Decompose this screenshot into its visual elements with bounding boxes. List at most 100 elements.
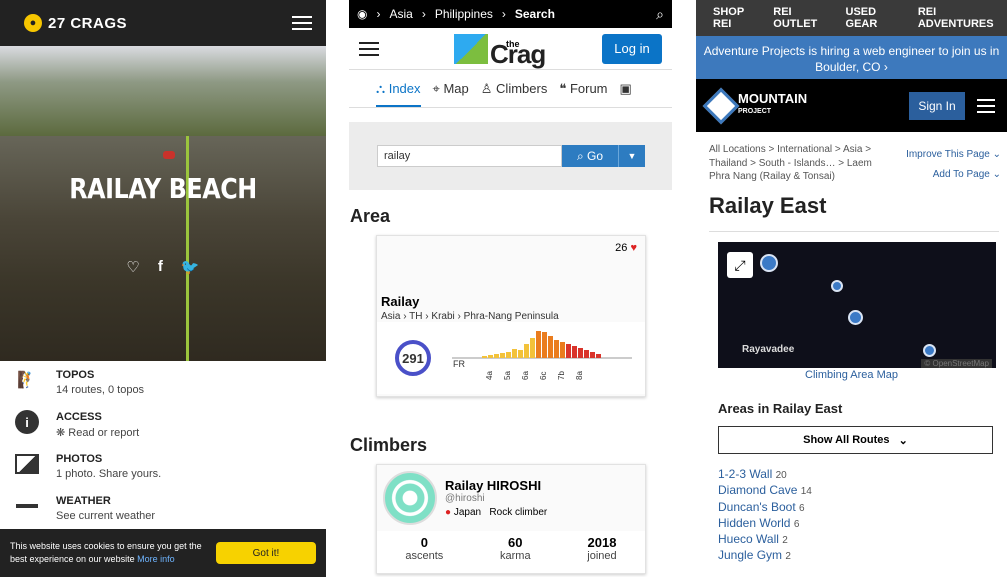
grade-label: 5a [503, 371, 512, 380]
ascents-value: 0 [420, 535, 428, 550]
list-item[interactable]: Hueco Wall 2 [718, 532, 1007, 548]
breadcrumb[interactable]: All Locations > International > Asia > T… [709, 143, 879, 185]
list-item[interactable]: 1-2-3 Wall 20 [718, 467, 1007, 483]
areas-heading: Areas in Railay East [718, 401, 843, 416]
cookie-banner: This website uses cookies to ensure you … [0, 529, 326, 577]
grade-label: 6a [521, 371, 530, 380]
image-icon [14, 451, 40, 477]
search-input[interactable] [377, 145, 562, 167]
tab-climbers[interactable]: ♙ Climbers [481, 81, 548, 97]
improve-page-link[interactable]: Improve This Page ⌄ [906, 145, 1001, 165]
breadcrumb-search[interactable]: Search [515, 7, 555, 21]
grade-bar [590, 352, 595, 358]
tab-forum[interactable]: ❝ Forum [559, 81, 607, 97]
grade-bar [572, 346, 577, 358]
topos-row[interactable]: 🧗 TOPOS 14 routes, 0 topos [0, 367, 326, 409]
list-item[interactable]: Diamond Cave 14 [718, 483, 1007, 499]
access-sub[interactable]: ❋ Read or report [56, 426, 139, 439]
add-to-page-link[interactable]: Add To Page ⌄ [906, 165, 1001, 185]
climber-name[interactable]: Railay HIROSHI [445, 478, 547, 493]
list-item[interactable]: Duncan's Boot 6 [718, 500, 1007, 516]
tab-map[interactable]: ⌖ Map [433, 81, 469, 97]
climber-card[interactable]: Railay HIROSHI @hiroshi ● Japan Rock cli… [376, 464, 646, 574]
rei-outlet-link[interactable]: REI OUTLET [773, 6, 833, 30]
crags27-header: ● 27 CRAGS [0, 0, 326, 46]
climbers-heading: Climbers [350, 435, 428, 455]
go-button[interactable]: ⌕ Go [562, 145, 618, 167]
heart-icon[interactable]: ♥ [630, 242, 637, 254]
photos-row[interactable]: PHOTOS 1 photo. Share yours. [0, 451, 326, 493]
search-icon[interactable]: ⌕ [656, 6, 664, 23]
ascents-label: ascents [405, 550, 444, 562]
thecrag-logo[interactable]: the Crag [454, 33, 546, 67]
rei-adventures-link[interactable]: REI ADVENTURES [918, 6, 1007, 30]
hero-image: RAILAY BEACH ♡ f 🐦 [0, 46, 326, 361]
mp-brand[interactable]: MOUNTAIN PROJECT [738, 92, 807, 117]
list-item[interactable]: Jungle Gym 2 [718, 548, 1007, 564]
photos-sub[interactable]: 1 photo. Share yours. [56, 468, 161, 480]
expand-icon[interactable]: ⤢ [727, 252, 753, 278]
grade-bar [554, 340, 559, 358]
weather-sub[interactable]: See current weather [56, 510, 155, 522]
grade-bar [578, 348, 583, 358]
twitter-icon[interactable]: 🐦 [181, 258, 200, 276]
show-all-routes-button[interactable]: Show All Routes ⌄ [718, 426, 993, 454]
breadcrumb: ◉ › Asia › Philippines › Search ⌕ [349, 0, 672, 28]
heart-icon[interactable]: ♡ [126, 258, 139, 276]
menu-icon[interactable] [359, 41, 379, 56]
grade-bar [566, 344, 571, 358]
grade-bar [596, 354, 601, 358]
grade-bar [488, 355, 493, 358]
likes-count: 26 [615, 242, 628, 254]
climber-icon: 🧗 [17, 372, 37, 389]
grade-bar [542, 332, 547, 358]
grade-bar [506, 352, 511, 358]
access-row[interactable]: i ACCESS ❋ Read or report [0, 409, 326, 451]
thecrag-header: the Crag Log in [349, 28, 672, 70]
areas-list: 1-2-3 Wall 20 Diamond Cave 14 Duncan's B… [718, 467, 1007, 565]
thecrag-screen: ◉ › Asia › Philippines › Search ⌕ the Crag L… [349, 0, 672, 577]
camera-icon[interactable]: ▣ [620, 81, 632, 97]
sign-in-button[interactable]: Sign In [909, 91, 965, 120]
area-name[interactable]: Railay [381, 294, 645, 309]
joined-value: 2018 [587, 535, 617, 550]
area-map[interactable]: ⤢ Rayavadee © OpenStreetMap [718, 242, 996, 368]
topos-title: TOPOS [56, 369, 95, 381]
mountain-project-screen: SHOP REI REI OUTLET USED GEAR REI ADVENT… [696, 0, 1007, 577]
chevron-down-icon[interactable]: ▼ [618, 145, 645, 167]
grade-label: 8a [575, 371, 584, 380]
tab-bar: ⛬ Index ⌖ Map ♙ Climbers ❝ Forum ▣ [349, 70, 672, 108]
crags27-brand[interactable]: 27 CRAGS [48, 15, 127, 32]
grade-bar [560, 342, 565, 358]
grade-bar [518, 350, 523, 358]
grade-bar [482, 356, 487, 358]
list-item[interactable]: Hidden World 6 [718, 516, 1007, 532]
grade-label: 4a [485, 371, 494, 380]
shop-rei-link[interactable]: SHOP REI [713, 6, 761, 30]
crags27-logo-icon[interactable]: ● [24, 14, 42, 32]
breadcrumb-asia[interactable]: Asia [389, 7, 412, 21]
area-card[interactable]: 26 ♥ Railay Asia › TH › Krabi › Phra-Nan… [376, 235, 646, 397]
used-gear-link[interactable]: USED GEAR [846, 6, 906, 30]
more-info-link[interactable]: More info [137, 554, 175, 564]
topos-sub: 14 routes, 0 topos [56, 384, 145, 396]
area-heading: Area [350, 206, 391, 226]
mountain-logo-icon[interactable] [702, 87, 740, 124]
hiring-banner[interactable]: Adventure Projects is hiring a web engin… [696, 36, 1007, 79]
globe-icon[interactable]: ◉ [357, 7, 367, 21]
climbing-area-map-link[interactable]: Climbing Area Map [696, 369, 1007, 381]
grade-bar [548, 336, 553, 358]
grade-bar [524, 344, 529, 358]
login-button[interactable]: Log in [602, 33, 662, 64]
rei-top-bar: SHOP REI REI OUTLET USED GEAR REI ADVENT… [696, 0, 1007, 36]
tab-index[interactable]: ⛬ Index [376, 81, 421, 107]
grade-label: 7b [557, 371, 566, 380]
grade-bar [494, 354, 499, 358]
got-it-button[interactable]: Got it! [216, 542, 316, 564]
climber-figure [163, 151, 175, 159]
breadcrumb-philippines[interactable]: Philippines [435, 7, 493, 21]
weather-icon [14, 493, 40, 519]
menu-icon[interactable] [977, 98, 995, 113]
menu-icon[interactable] [292, 16, 312, 30]
facebook-icon[interactable]: f [158, 258, 163, 276]
